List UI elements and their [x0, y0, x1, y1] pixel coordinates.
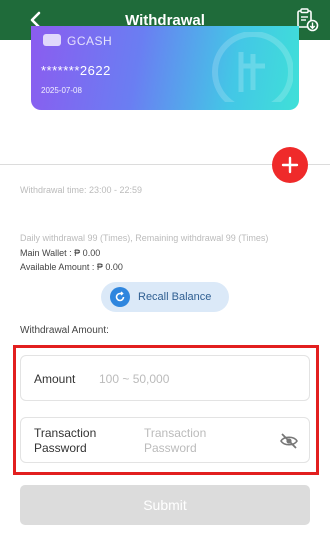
withdrawal-time: Withdrawal time: 23:00 - 22:59	[20, 185, 143, 195]
card-watermark-icon	[212, 32, 293, 102]
wallet-logo-icon	[43, 34, 61, 46]
available-amount: Available Amount : ₱ 0.00	[20, 262, 123, 272]
card-account-number: *******2622	[41, 63, 111, 78]
card-date: 2025-07-08	[41, 86, 82, 95]
add-card-button[interactable]	[272, 147, 308, 183]
recall-balance-button[interactable]: Recall Balance	[101, 282, 229, 312]
transaction-password-label: Transaction Password	[34, 426, 97, 455]
amount-label: Amount	[34, 372, 76, 386]
submit-button[interactable]: Submit	[20, 485, 310, 525]
plus-icon	[281, 156, 299, 174]
withdrawal-amount-label: Withdrawal Amount:	[20, 325, 109, 336]
main-wallet-balance: Main Wallet : ₱ 0.00	[20, 248, 101, 258]
transaction-password-field[interactable]: Transaction Password Transaction Passwor…	[20, 417, 310, 463]
amount-input[interactable]	[99, 369, 279, 389]
transaction-password-input[interactable]	[144, 425, 274, 457]
bank-card[interactable]: GCASH *******2622 2025-07-08	[31, 26, 299, 110]
recall-balance-label: Recall Balance	[138, 291, 212, 303]
amount-field[interactable]: Amount	[20, 355, 310, 401]
card-brand: GCASH	[67, 34, 113, 48]
refresh-icon	[110, 287, 130, 307]
eye-off-icon[interactable]	[279, 431, 299, 451]
daily-withdrawal-info: Daily withdrawal 99 (Times), Remaining w…	[20, 233, 269, 243]
